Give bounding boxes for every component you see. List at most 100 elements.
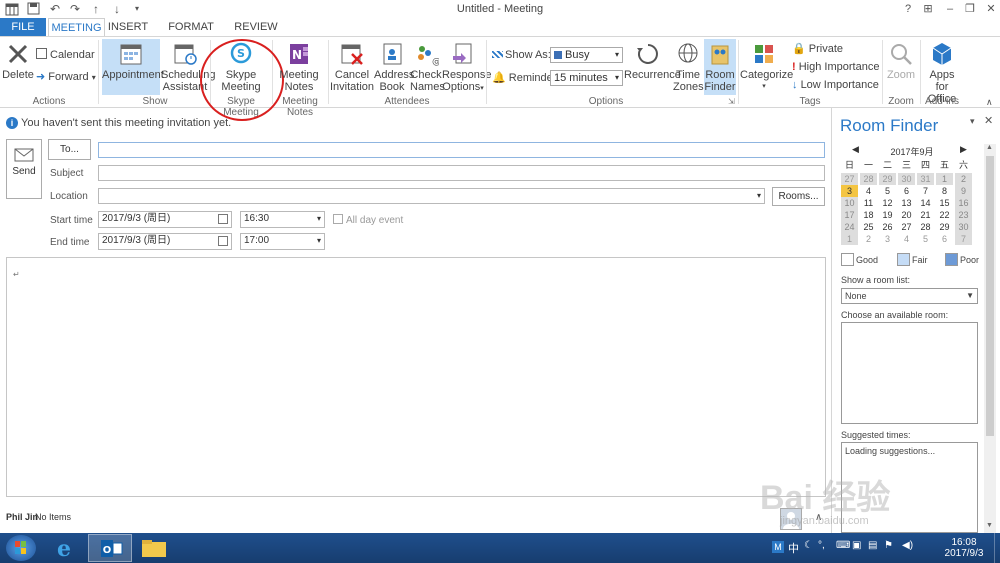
calendar-day[interactable]: 23 — [955, 209, 972, 221]
volume-icon[interactable]: ◀) — [902, 540, 913, 551]
minimize-button[interactable]: – — [940, 2, 960, 16]
show-as-select[interactable]: Busy ▾ — [550, 47, 623, 63]
all-day-checkbox[interactable] — [333, 214, 343, 224]
rooms-button[interactable]: Rooms... — [772, 187, 825, 206]
zoom-button[interactable]: Zoom — [884, 39, 918, 95]
tab-insert[interactable]: INSERT — [107, 18, 149, 37]
calendar-day[interactable]: 17 — [841, 209, 858, 221]
calendar-day[interactable]: 11 — [860, 197, 877, 209]
calendar-day[interactable]: 26 — [879, 221, 896, 233]
end-date-field[interactable]: 2017/9/3 (周日) — [98, 233, 232, 250]
moon-icon[interactable]: ☾ — [804, 540, 813, 551]
pane-scrollbar[interactable]: ▲ ▼ — [984, 144, 996, 533]
apps-for-office-button[interactable]: Apps for Office — [922, 39, 962, 105]
time-zones-button[interactable]: Time Zones — [673, 39, 704, 95]
scrollbar-thumb[interactable] — [986, 156, 994, 436]
calendar-day[interactable]: 16 — [955, 197, 972, 209]
calendar-day[interactable]: 3 — [841, 185, 858, 197]
calendar-day[interactable]: 9 — [955, 185, 972, 197]
calendar-day[interactable]: 29 — [936, 221, 953, 233]
calendar-day[interactable]: 6 — [936, 233, 953, 245]
calendar-day[interactable]: 12 — [879, 197, 896, 209]
calendar-day[interactable]: 30 — [898, 173, 915, 185]
calendar-day[interactable]: 7 — [917, 185, 934, 197]
calendar-day[interactable]: 19 — [879, 209, 896, 221]
calendar-day[interactable]: 25 — [860, 221, 877, 233]
forward-button[interactable]: ➜ Forward ▾ — [36, 69, 96, 85]
calendar-day[interactable]: 18 — [860, 209, 877, 221]
network-icon[interactable]: ▤ — [868, 540, 877, 551]
calendar-day[interactable]: 13 — [898, 197, 915, 209]
appointment-button[interactable]: Appointment — [102, 39, 164, 95]
to-field[interactable] — [98, 142, 825, 158]
start-button[interactable] — [6, 535, 36, 561]
calendar-picker-icon[interactable] — [218, 214, 228, 224]
calendar-day[interactable]: 20 — [898, 209, 915, 221]
calendar-day[interactable]: 1 — [841, 233, 858, 245]
private-button[interactable]: 🔒 Private — [792, 41, 843, 57]
keyboard-icon[interactable]: ⌨ — [836, 540, 850, 551]
collapse-ribbon-icon[interactable]: ∧ — [986, 97, 993, 108]
calendar-day[interactable]: 2 — [860, 233, 877, 245]
calendar-day[interactable]: 28 — [860, 173, 877, 185]
to-button[interactable]: To... — [48, 139, 91, 160]
ime-language[interactable]: 中 — [788, 540, 799, 556]
end-clock-field[interactable]: 17:00 ▾ — [240, 233, 325, 250]
calendar-day[interactable]: 22 — [936, 209, 953, 221]
calendar-day[interactable]: 10 — [841, 197, 858, 209]
subject-field[interactable] — [98, 165, 825, 181]
tab-format-text[interactable]: FORMAT TEXT — [155, 18, 227, 52]
calendar-day[interactable]: 4 — [860, 185, 877, 197]
location-field[interactable]: ▾ — [98, 188, 765, 204]
reminder-select[interactable]: 15 minutes ▾ — [550, 70, 623, 86]
tab-meeting[interactable]: MEETING — [48, 18, 105, 37]
available-rooms-list[interactable] — [841, 322, 978, 424]
calendar-day[interactable]: 24 — [841, 221, 858, 233]
response-options-button[interactable]: Response Options▾ — [442, 39, 492, 95]
calendar-day[interactable]: 5 — [879, 185, 896, 197]
cancel-invitation-button[interactable]: Cancel Invitation — [330, 39, 374, 95]
close-button[interactable]: ✕ — [981, 2, 1000, 16]
internet-explorer-icon[interactable]: e — [42, 534, 86, 562]
clock[interactable]: 16:08 2017/9/3 — [938, 537, 990, 559]
calendar-day[interactable]: 27 — [841, 173, 858, 185]
calendar-day[interactable]: 1 — [936, 173, 953, 185]
calendar-day[interactable]: 5 — [917, 233, 934, 245]
tab-review[interactable]: REVIEW — [232, 18, 280, 37]
start-date-field[interactable]: 2017/9/3 (周日) — [98, 211, 232, 228]
prev-month-icon[interactable]: ◀ — [852, 144, 859, 155]
calendar-day[interactable]: 3 — [879, 233, 896, 245]
calendar-picker-icon[interactable] — [218, 236, 228, 246]
outlook-taskbar-icon[interactable]: O — [88, 534, 132, 562]
show-desktop-button[interactable] — [994, 533, 1000, 563]
calendar-day[interactable]: 30 — [955, 221, 972, 233]
calendar-day[interactable]: 28 — [917, 221, 934, 233]
ime-mode-icon[interactable]: M — [772, 541, 784, 553]
calendar-day[interactable]: 31 — [917, 173, 934, 185]
calendar-button[interactable]: Calendar — [36, 47, 95, 63]
calendar-day[interactable]: 29 — [879, 173, 896, 185]
send-button[interactable]: Send — [6, 139, 42, 199]
room-list-select[interactable]: None ▼ — [841, 288, 978, 304]
flag-icon[interactable]: ⚑ — [884, 540, 893, 551]
maximize-button[interactable]: ❐ — [960, 2, 980, 16]
scroll-down-icon[interactable]: ▼ — [986, 522, 993, 529]
pane-options-icon[interactable]: ▾ — [970, 116, 975, 127]
calendar-day[interactable]: 14 — [917, 197, 934, 209]
calendar-day[interactable]: 7 — [955, 233, 972, 245]
scroll-up-icon[interactable]: ▲ — [986, 144, 993, 151]
recurrence-button[interactable]: Recurrence — [624, 39, 681, 95]
next-month-icon[interactable]: ▶ — [960, 144, 967, 155]
check-names-button[interactable]: @ Check Names — [410, 39, 445, 95]
calendar-day[interactable]: 4 — [898, 233, 915, 245]
meeting-notes-button[interactable]: N Meeting Notes — [276, 39, 322, 95]
calendar-day[interactable]: 8 — [936, 185, 953, 197]
punctuation-icon[interactable]: °, — [818, 540, 825, 551]
people-name[interactable]: Phil Jin — [6, 512, 38, 522]
file-explorer-icon[interactable] — [132, 534, 176, 562]
message-body[interactable]: ↵ — [6, 257, 826, 497]
calendar-day[interactable]: 15 — [936, 197, 953, 209]
calendar-day[interactable]: 27 — [898, 221, 915, 233]
calendar-day[interactable]: 6 — [898, 185, 915, 197]
ribbon-display-button[interactable]: ⊞ — [918, 2, 938, 16]
